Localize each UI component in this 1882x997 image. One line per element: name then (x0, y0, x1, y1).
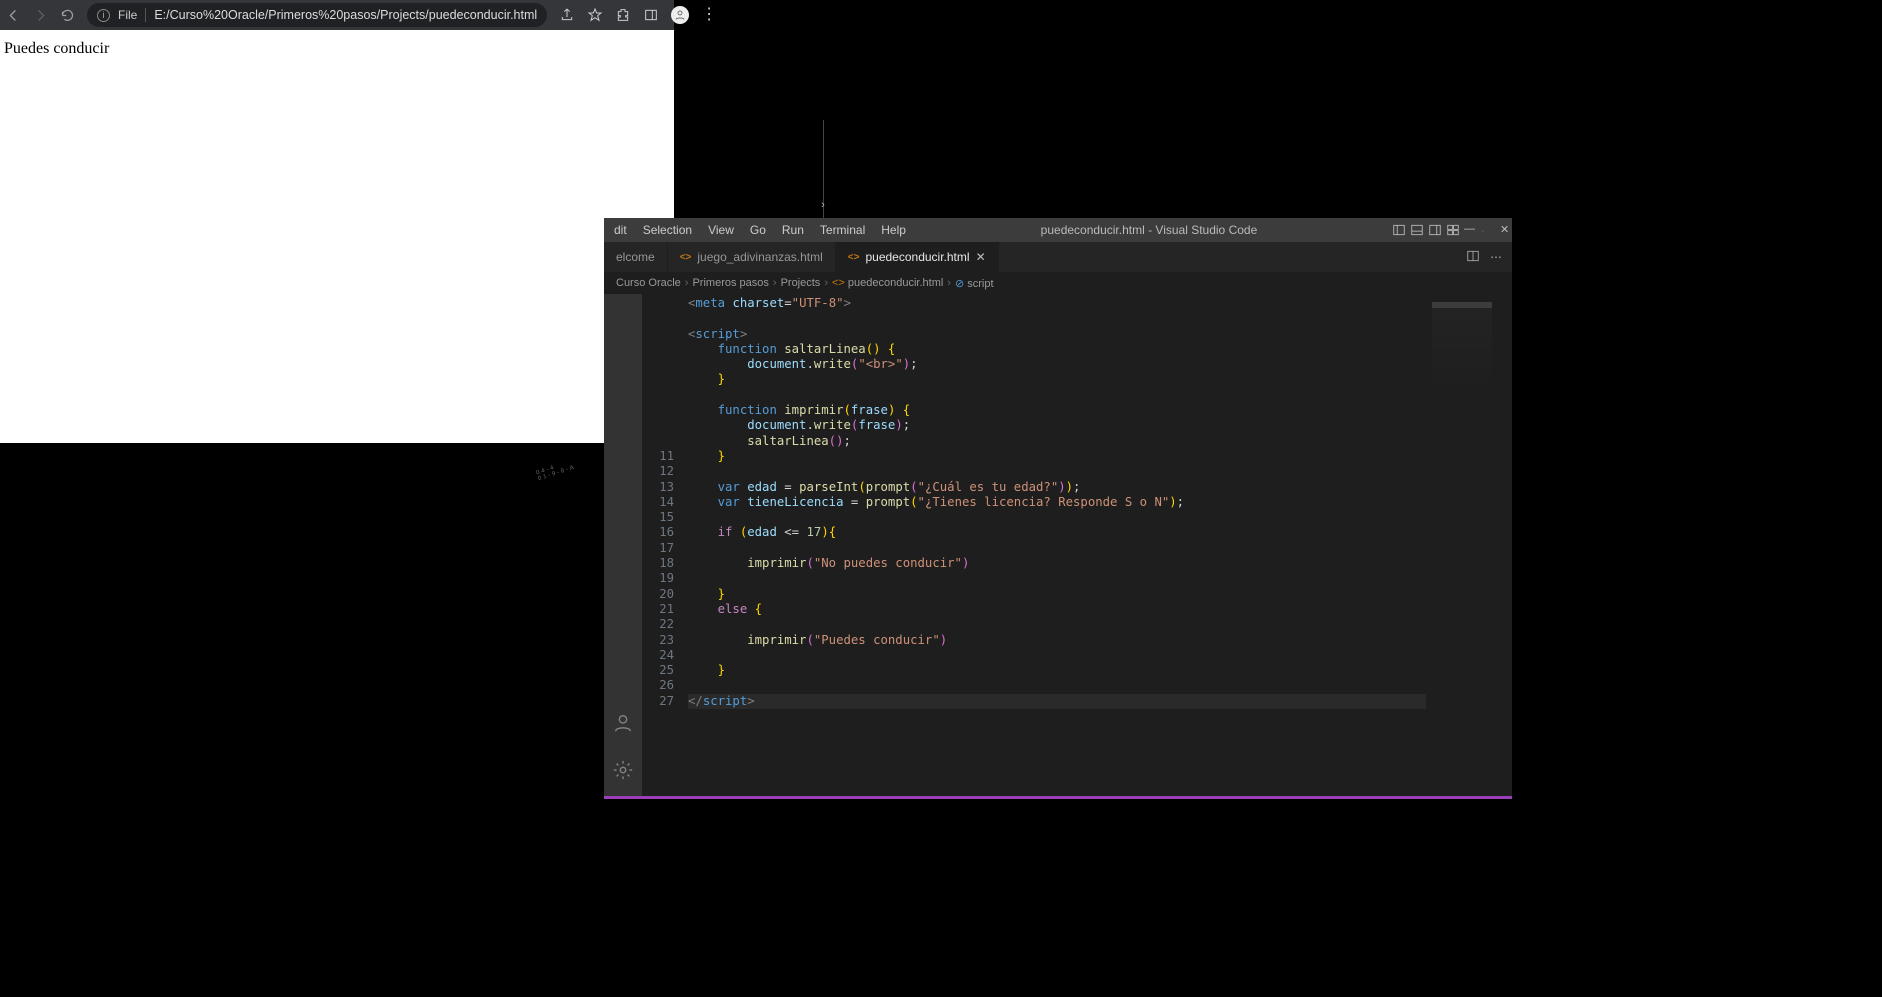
vscode-title: puedeconducir.html - Visual Studio Code (912, 223, 1386, 237)
accounts-icon[interactable] (612, 712, 634, 737)
editor-tabs: elcome <> juego_adivinanzas.html <> puedecon… (604, 242, 1512, 272)
line-gutter: 1112131415161718192021222324252627 (642, 296, 688, 798)
layout-panel-icon[interactable] (1404, 223, 1418, 237)
minimize-icon[interactable]: ― (1458, 223, 1472, 237)
chrome-window: i File E:/Curso%20Oracle/Primeros%20paso… (0, 0, 674, 443)
vscode-menubar: dit Selection View Go Run Terminal Help (608, 223, 912, 237)
tab-elcome[interactable]: elcome (604, 242, 668, 272)
omnibox[interactable]: i File E:/Curso%20Oracle/Primeros%20paso… (87, 3, 547, 27)
tab-label: juego_adivinanzas.html (697, 250, 822, 264)
breadcrumb-segment[interactable]: Projects (781, 277, 821, 289)
tab-juego_adivinanzas-html[interactable]: <> juego_adivinanzas.html (668, 242, 836, 272)
layout-sidebar-left-icon[interactable] (1386, 223, 1400, 237)
vscode-window: dit Selection View Go Run Terminal Help puedec… (604, 218, 1512, 798)
forward-button[interactable] (33, 8, 48, 23)
page-text: Puedes conducir (4, 40, 109, 57)
more-actions-icon[interactable]: ⋯ (1490, 250, 1502, 264)
gear-icon[interactable] (612, 759, 634, 784)
breadcrumb[interactable]: Curso Oracle›Primeros pasos›Projects›<> … (604, 272, 1512, 294)
vscode-titlebar: dit Selection View Go Run Terminal Help puedec… (604, 218, 1512, 242)
html-file-icon: <> (680, 252, 692, 263)
minimap[interactable] (1426, 296, 1512, 798)
chevron-right-icon: › (821, 199, 825, 211)
close-icon[interactable]: ✕ (1494, 223, 1508, 237)
menu-dit[interactable]: dit (608, 223, 633, 237)
profile-avatar-icon[interactable] (671, 6, 689, 24)
share-icon[interactable] (559, 7, 575, 23)
maximize-icon[interactable] (1476, 223, 1490, 237)
code-editor[interactable]: 1112131415161718192021222324252627 <meta… (642, 294, 1512, 798)
html-file-icon: <> (848, 252, 860, 263)
menu-go[interactable]: Go (744, 223, 772, 237)
site-info-icon[interactable]: i (97, 9, 110, 22)
extensions-icon[interactable] (615, 7, 631, 23)
breadcrumb-segment[interactable]: ⊘ script (955, 277, 994, 290)
tab-puedeconducir-html[interactable]: <> puedeconducir.html ✕ (836, 242, 999, 272)
breadcrumb-segment[interactable]: Curso Oracle (616, 277, 681, 289)
tab-label: puedeconducir.html (865, 250, 969, 264)
menu-run[interactable]: Run (776, 223, 810, 237)
menu-selection[interactable]: Selection (637, 223, 698, 237)
kebab-menu-icon[interactable]: ⋮ (701, 7, 717, 23)
star-icon[interactable] (587, 7, 603, 23)
url-text: E:/Curso%20Oracle/Primeros%20pasos/Proje… (154, 8, 537, 22)
url-scheme-chip: File (118, 8, 146, 22)
breadcrumb-segment[interactable]: <> puedeconducir.html (832, 277, 943, 289)
page-content: Puedes conducir (0, 30, 674, 443)
tab-label: elcome (616, 250, 655, 264)
menu-view[interactable]: View (702, 223, 740, 237)
layout-sidebar-right-icon[interactable] (1422, 223, 1436, 237)
back-button[interactable] (6, 8, 21, 23)
split-editor-icon[interactable] (1466, 249, 1480, 266)
layout-customize-icon[interactable] (1440, 223, 1454, 237)
menu-help[interactable]: Help (875, 223, 912, 237)
breadcrumb-segment[interactable]: Primeros pasos (692, 277, 768, 289)
chrome-toolbar: i File E:/Curso%20Oracle/Primeros%20paso… (0, 0, 674, 30)
sidepanel-icon[interactable] (643, 7, 659, 23)
close-tab-icon[interactable]: ✕ (976, 250, 986, 264)
code-area[interactable]: <meta charset="UTF-8"> <script> function… (688, 296, 1426, 798)
vscode-statusbar[interactable] (604, 796, 1512, 799)
reload-button[interactable] (60, 8, 75, 23)
activity-bar (604, 294, 642, 798)
menu-terminal[interactable]: Terminal (814, 223, 871, 237)
